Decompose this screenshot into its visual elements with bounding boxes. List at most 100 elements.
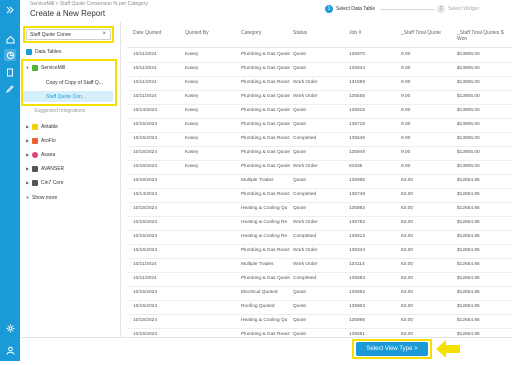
page-title: Create a New Report <box>30 9 106 18</box>
step-label: Select Data Table <box>336 6 376 12</box>
step-connector <box>380 9 434 10</box>
table-cell: 134114 <box>349 262 365 267</box>
table-cell: 10/15/2024 <box>133 220 158 225</box>
table-cell: Heating & Cooling Re <box>241 220 288 225</box>
step-select-widget: 2 Select Widget <box>437 5 479 13</box>
integration-label: Airtable <box>41 123 58 130</box>
table-row: 10/11/2024 Multiple Trades Work Order 13411… <box>127 258 512 273</box>
table-cell: 9.00 <box>401 66 411 71</box>
table-cell: 10/16/2024 <box>133 150 158 155</box>
table-row: 10/16/2024 Kasey Plumbing & Gas Quote Quote… <box>127 146 512 161</box>
table-cell: Kasey <box>185 80 199 85</box>
table-cell: Plumbing & Gas Quote <box>241 164 291 169</box>
table-cell: Quote <box>293 66 307 71</box>
table-cell: 135883 <box>349 206 366 211</box>
table-cell: Plumbing & Gas Quote <box>241 276 291 281</box>
table-cell: Plumbing & Gas Quote <box>241 66 291 71</box>
table-cell: 81836 <box>349 164 363 169</box>
table-cell: Plumbing & Gas Quote <box>241 94 291 99</box>
data-table-preview: Date Quoted Quoted By Category Status Jo… <box>127 22 512 337</box>
column-header[interactable]: Date Quoted <box>133 30 161 36</box>
select-view-type-button[interactable]: Select View Type > <box>356 342 428 356</box>
cin7-icon <box>32 179 38 186</box>
pencil-icon[interactable] <box>4 83 16 95</box>
table-cell: Roofing Quoted <box>241 304 275 309</box>
table-row: 10/15/2024 Electrical Quoted Quote 135892 63… <box>127 286 512 301</box>
report-icon[interactable] <box>4 49 16 61</box>
avanser-icon <box>32 165 38 172</box>
integration-label: AVANSER <box>41 165 65 172</box>
table-cell: Work Order <box>293 80 318 85</box>
column-header[interactable]: Quoted By <box>185 30 209 36</box>
table-cell: 10/11/2024 <box>133 94 157 99</box>
table-cell: 63.00 <box>401 318 414 323</box>
table-cell: Quote <box>293 318 307 323</box>
chevron-right-icon[interactable]: ▶ <box>24 152 31 157</box>
integration-label: Cin7 Core <box>41 179 64 186</box>
table-cell: 9.00 <box>401 164 411 169</box>
table-cell: $12654.95 <box>457 178 480 183</box>
chevron-right-icon[interactable]: ▶ <box>24 166 31 171</box>
asana-icon <box>32 151 38 158</box>
table-cell: Kasey <box>185 108 199 113</box>
table-cell: 10/15/2024 <box>133 122 158 127</box>
integration-airtable[interactable]: ▶ Airtable <box>24 121 120 132</box>
chevron-right-icon[interactable]: ▶ <box>24 124 31 129</box>
column-header[interactable]: Status <box>293 30 307 36</box>
settings-icon[interactable] <box>4 322 16 334</box>
chevron-right-icon[interactable]: ▶ <box>24 138 31 143</box>
table-cell: Quote <box>293 150 307 155</box>
table-row: 10/16/2024 Plumbing & Gas React Work Order… <box>127 244 512 259</box>
chevron-right-icon[interactable]: ▶ <box>24 180 31 185</box>
integration-asana[interactable]: ▶ Asana <box>24 149 120 160</box>
table-cell: $12654.95 <box>457 206 480 211</box>
integration-avanser[interactable]: ▶ AVANSER <box>24 163 120 174</box>
table-cell: 63.00 <box>401 220 414 225</box>
table-cell: $13905.00 <box>457 122 480 127</box>
table-cell: Quote <box>293 206 307 211</box>
table-cell: 10/15/2024 <box>133 234 158 239</box>
user-icon[interactable] <box>4 344 16 356</box>
column-header[interactable]: Job # <box>349 30 361 36</box>
table-cell: 10/11/2024 <box>133 80 157 85</box>
table-cell: 10/15/2024 <box>133 290 158 295</box>
integration-aroflo[interactable]: ▶ AroFlo <box>24 135 120 146</box>
document-icon[interactable] <box>4 66 16 78</box>
data-tables-label: Data Tables <box>35 48 62 55</box>
table-cell: 135555 <box>349 94 366 99</box>
data-tables-header[interactable]: Data Tables <box>26 46 114 57</box>
table-cell: 9.00 <box>401 94 411 99</box>
show-more-link[interactable]: ▼ Show more <box>24 192 120 203</box>
step-label: Select Widget <box>448 6 479 12</box>
table-cell: 9.00 <box>401 150 411 155</box>
table-cell: 10/15/2024 <box>133 304 158 309</box>
table-cell: Plumbing & Gas Quote <box>241 108 291 113</box>
table-cell: $12654.95 <box>457 262 480 267</box>
table-cell: Plumbing & Gas Quote <box>241 150 291 155</box>
table-cell: 10/16/2024 <box>133 164 158 169</box>
table-row: 10/11/2024 Kasey Plumbing & Gas Quote Quote… <box>127 48 512 63</box>
home-icon[interactable] <box>4 33 16 45</box>
step-number: 2 <box>437 5 445 13</box>
table-row: 10/15/2024 Kasey Plumbing & Gas React Compl… <box>127 132 512 147</box>
chevron-down-icon: ▼ <box>25 195 30 200</box>
table-cell: Kasey <box>185 150 199 155</box>
column-header[interactable]: Category <box>241 30 261 36</box>
table-cell: Plumbing & Gas React <box>241 80 290 85</box>
table-cell: 63.00 <box>401 234 414 239</box>
table-row: 10/15/2024 Heating & Cooling Re Completed 1… <box>127 230 512 245</box>
column-header[interactable]: _Staff Total Quote <box>401 30 441 36</box>
tree-highlight <box>21 59 117 106</box>
page-header: ServiceMill > Staff Quote Conversion % p… <box>20 0 512 22</box>
column-header[interactable]: _Staff Total Quotes $ Won <box>457 30 505 42</box>
table-cell: 10/14/2024 <box>133 108 158 113</box>
table-row: 10/15/2024 Kasey Plumbing & Gas Quote Quote… <box>127 118 512 133</box>
breadcrumb[interactable]: ServiceMill > Staff Quote Conversion % p… <box>30 1 148 7</box>
integration-cin7-core[interactable]: ▶ Cin7 Core <box>24 177 120 188</box>
table-cell: Kasey <box>185 52 199 57</box>
expand-icon[interactable] <box>4 4 16 16</box>
table-cell: Completed <box>293 136 317 141</box>
table-cell: 135683 <box>349 276 366 281</box>
table-cell: 63.00 <box>401 248 414 253</box>
table-cell: $13905.00 <box>457 150 480 155</box>
